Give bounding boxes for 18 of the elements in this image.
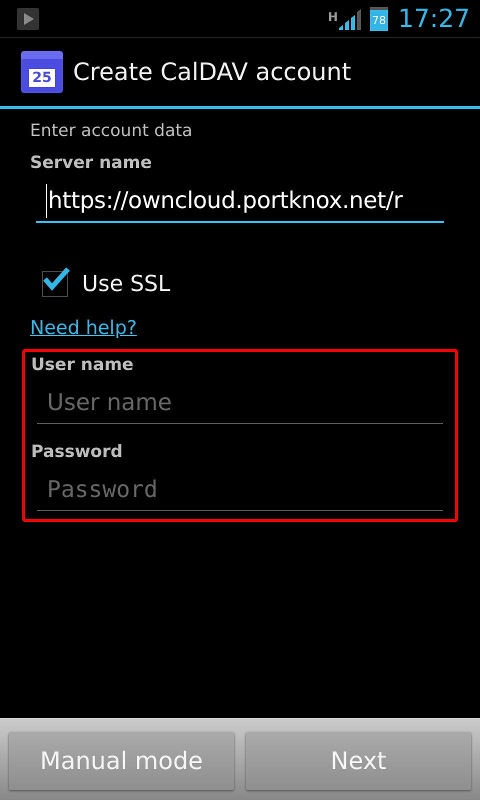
field-label: Server name <box>30 153 153 173</box>
action-button[interactable]: Manual mode <box>9 732 234 790</box>
screen-title: Create CalDAV account <box>73 58 352 86</box>
signal-icon <box>338 8 362 30</box>
section-title: Enter account data <box>30 121 194 141</box>
network-type: H <box>328 10 338 24</box>
clock: 17:27 <box>398 4 470 33</box>
play-icon <box>17 8 39 30</box>
battery-level: 78 <box>370 6 388 30</box>
server-field[interactable]: https://owncloud.portknox.net/r <box>36 181 444 223</box>
checkbox-label: Use SSL <box>82 272 170 296</box>
input-field[interactable]: User name <box>37 383 443 424</box>
input-field[interactable]: Password <box>37 470 443 511</box>
field-label: User name <box>31 355 135 375</box>
field-label: Password <box>31 442 124 462</box>
calendar-icon: 25 <box>21 51 63 93</box>
help-link[interactable]: Need help? <box>30 317 137 339</box>
action-button[interactable]: Next <box>246 732 471 790</box>
